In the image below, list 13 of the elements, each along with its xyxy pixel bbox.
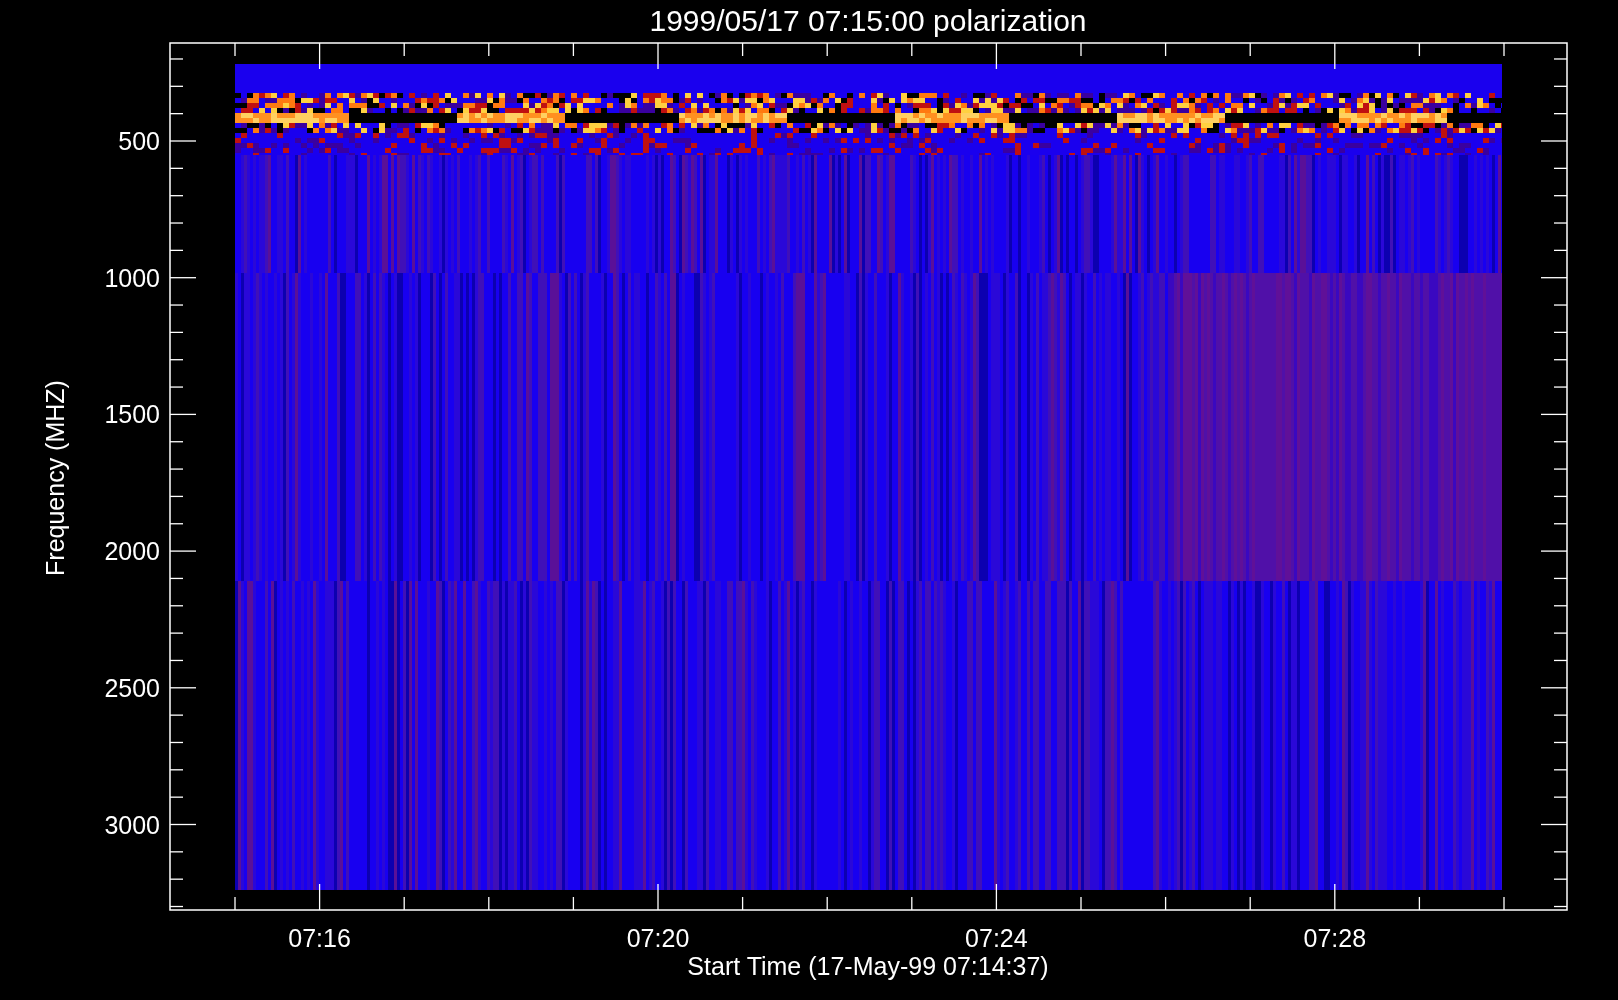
y-tick-label: 1500 <box>104 400 160 429</box>
y-tick-label: 500 <box>118 127 160 155</box>
y-tick-label: 3000 <box>104 810 160 839</box>
y-tick-label: 2500 <box>104 673 160 702</box>
y-tick-label: 2000 <box>104 537 160 566</box>
x-tick-label: 07:16 <box>288 924 351 952</box>
y-axis-label: Frequency (MHZ) <box>41 380 69 576</box>
x-tick-label: 07:28 <box>1303 924 1367 952</box>
y-tick-label: 1000 <box>104 263 160 292</box>
x-tick-label: 07:24 <box>965 924 1028 952</box>
x-tick-label: 07:20 <box>626 924 690 952</box>
x-axis-label: Start Time (17-May-99 07:14:37) <box>687 952 1049 980</box>
plot-title: 1999/05/17 07:15:00 polarization <box>649 4 1087 37</box>
